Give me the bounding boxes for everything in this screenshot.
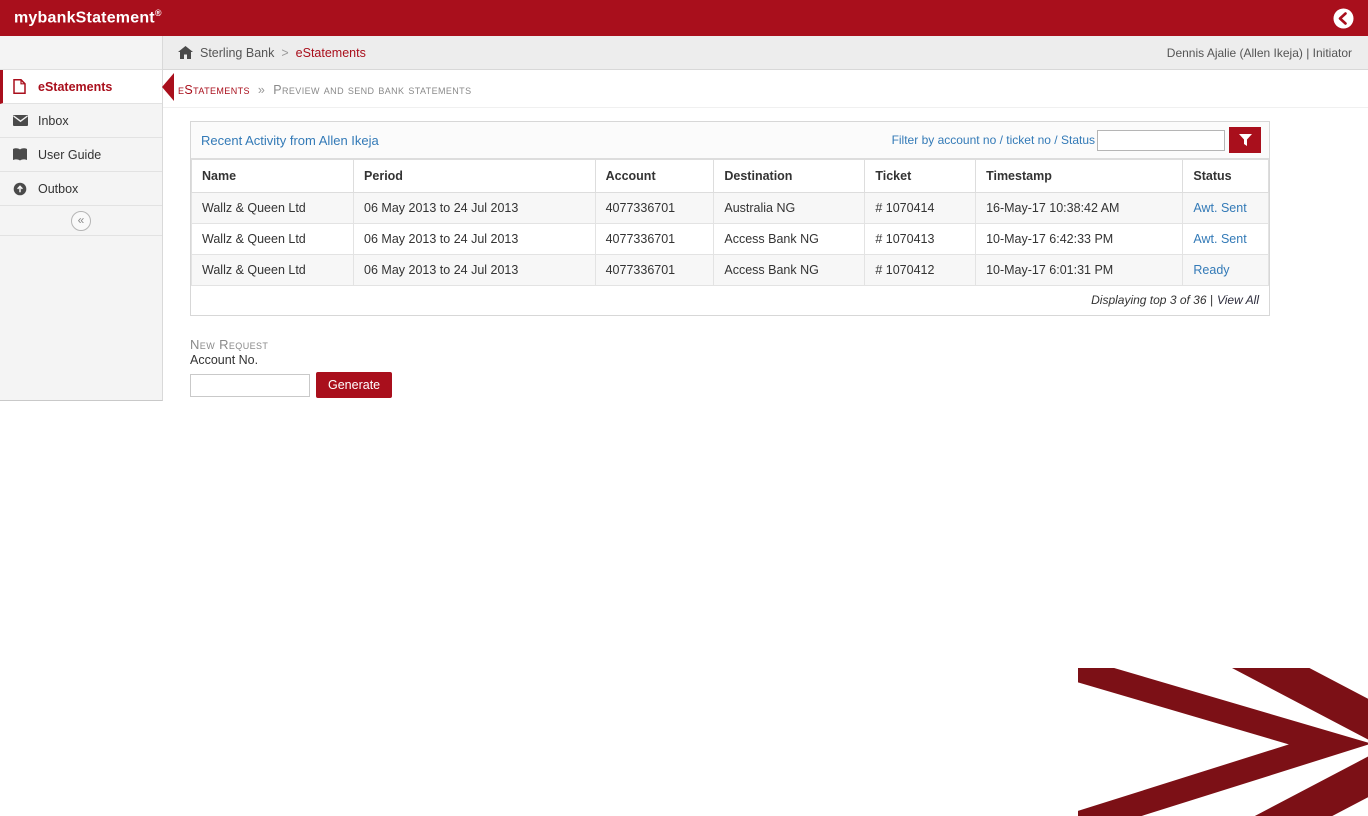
cell-name: Wallz & Queen Ltd	[190, 223, 355, 255]
sidebar: eStatements Inbox User Guide Outbox «	[0, 36, 174, 401]
breadcrumb-bank[interactable]: Sterling Bank	[200, 46, 274, 60]
envelope-icon	[13, 115, 29, 126]
cell-period: 06 May 2013 to 24 Jul 2013	[353, 223, 596, 255]
document-icon	[13, 79, 29, 94]
sidebar-item-user-guide[interactable]: User Guide	[0, 138, 162, 172]
new-request-section: New Request Account No. Generate	[190, 337, 1368, 398]
registered-mark: ®	[154, 8, 162, 19]
cell-account: 4077336701	[594, 254, 715, 286]
breadcrumb-page-separator: »	[257, 83, 266, 97]
page-breadcrumb: eStatements » Preview and send bank stat…	[163, 70, 1368, 108]
breadcrumb-section-link[interactable]: eStatements	[178, 83, 250, 97]
status-link[interactable]: Awt. Sent	[1193, 232, 1246, 246]
column-header-ticket: Ticket	[864, 159, 977, 193]
breadcrumb-separator: >	[281, 45, 289, 60]
status-link[interactable]: Awt. Sent	[1193, 201, 1246, 215]
recent-activity-table: Name Period Account Destination Ticket T…	[190, 159, 1269, 286]
top-bar: mybankStatement®	[0, 0, 1368, 36]
cell-name: Wallz & Queen Ltd	[190, 192, 355, 224]
column-header-account: Account	[594, 159, 715, 193]
sidebar-collapse-row: «	[0, 206, 162, 236]
panel-header: Recent Activity from Allen Ikeja Filter …	[191, 122, 1269, 159]
view-all-link[interactable]: View All	[1217, 293, 1259, 307]
cell-name: Wallz & Queen Ltd	[190, 254, 355, 286]
chevron-right-decoration	[1078, 668, 1368, 816]
sidebar-item-label: User Guide	[38, 147, 102, 162]
table-row: Wallz & Queen Ltd 06 May 2013 to 24 Jul …	[190, 223, 1269, 255]
table-footer: Displaying top 3 of 36 | View All	[191, 286, 1269, 315]
filter-area: Filter by account no / ticket no / Statu…	[892, 127, 1261, 153]
active-item-arrow	[162, 72, 174, 101]
panel-title: Recent Activity from Allen Ikeja	[201, 132, 379, 148]
sidebar-item-estatements[interactable]: eStatements	[0, 70, 174, 104]
app-logo: mybankStatement®	[14, 8, 162, 27]
cell-period: 06 May 2013 to 24 Jul 2013	[353, 254, 596, 286]
sidebar-item-inbox[interactable]: Inbox	[0, 104, 162, 138]
arrow-up-circle-icon	[13, 182, 29, 196]
header-bar: Sterling Bank > eStatements Dennis Ajali…	[163, 36, 1368, 70]
generate-button[interactable]: Generate	[316, 372, 393, 398]
account-no-input[interactable]	[190, 373, 310, 397]
app-logo-text: mybankStatement	[14, 9, 155, 27]
sidebar-item-outbox[interactable]: Outbox	[0, 172, 162, 206]
new-request-title: New Request	[190, 337, 269, 352]
column-header-period: Period	[353, 159, 596, 193]
recent-activity-panel: Recent Activity from Allen Ikeja Filter …	[190, 121, 1270, 316]
sidebar-item-label: eStatements	[38, 79, 113, 94]
filter-label: Filter by account no / ticket no / Statu…	[891, 133, 1095, 147]
column-header-name: Name	[190, 159, 355, 193]
cell-destination: Access Bank NG	[713, 254, 866, 286]
table-header-row: Name Period Account Destination Ticket T…	[190, 159, 1269, 193]
cell-ticket: # 1070413	[864, 223, 977, 255]
column-header-destination: Destination	[713, 159, 866, 193]
cell-timestamp: 10-May-17 6:01:31 PM	[975, 254, 1184, 286]
cell-destination: Access Bank NG	[713, 223, 866, 255]
back-circle-icon[interactable]	[1333, 8, 1354, 29]
cell-timestamp: 10-May-17 6:42:33 PM	[975, 223, 1184, 255]
book-icon	[13, 148, 29, 161]
account-no-label: Account No.	[190, 353, 259, 367]
page-title: Preview and send bank statements	[273, 83, 472, 97]
breadcrumb-current[interactable]: eStatements	[296, 46, 366, 60]
table-row: Wallz & Queen Ltd 06 May 2013 to 24 Jul …	[190, 192, 1269, 224]
cell-period: 06 May 2013 to 24 Jul 2013	[353, 192, 596, 224]
cell-ticket: # 1070414	[864, 192, 977, 224]
filter-button[interactable]	[1229, 127, 1261, 153]
cell-status: Awt. Sent	[1182, 223, 1269, 255]
sidebar-spacer	[0, 36, 162, 70]
column-header-status: Status	[1182, 159, 1269, 193]
home-icon[interactable]	[178, 46, 193, 59]
cell-ticket: # 1070412	[864, 254, 977, 286]
new-request-form-row: Generate	[190, 372, 1368, 398]
displaying-count-text: Displaying top 3 of 36 |	[1091, 293, 1213, 307]
filter-input[interactable]	[1097, 129, 1225, 151]
cell-status: Awt. Sent	[1182, 192, 1269, 224]
table-row: Wallz & Queen Ltd 06 May 2013 to 24 Jul …	[190, 254, 1269, 286]
cell-status: Ready	[1182, 254, 1269, 286]
user-info: Dennis Ajalie (Allen Ikeja) | Initiator	[1166, 45, 1352, 60]
funnel-icon	[1238, 134, 1252, 146]
cell-destination: Australia NG	[713, 192, 866, 224]
cell-timestamp: 16-May-17 10:38:42 AM	[975, 192, 1184, 224]
cell-account: 4077336701	[594, 223, 715, 255]
breadcrumb: Sterling Bank > eStatements	[178, 46, 366, 60]
column-header-timestamp: Timestamp	[975, 159, 1184, 193]
collapse-sidebar-button[interactable]: «	[71, 210, 91, 231]
main-area: Sterling Bank > eStatements Dennis Ajali…	[163, 36, 1368, 398]
status-link[interactable]: Ready	[1193, 263, 1229, 277]
sidebar-item-label: Inbox	[38, 113, 69, 128]
sidebar-item-label: Outbox	[38, 181, 79, 196]
cell-account: 4077336701	[594, 192, 715, 224]
